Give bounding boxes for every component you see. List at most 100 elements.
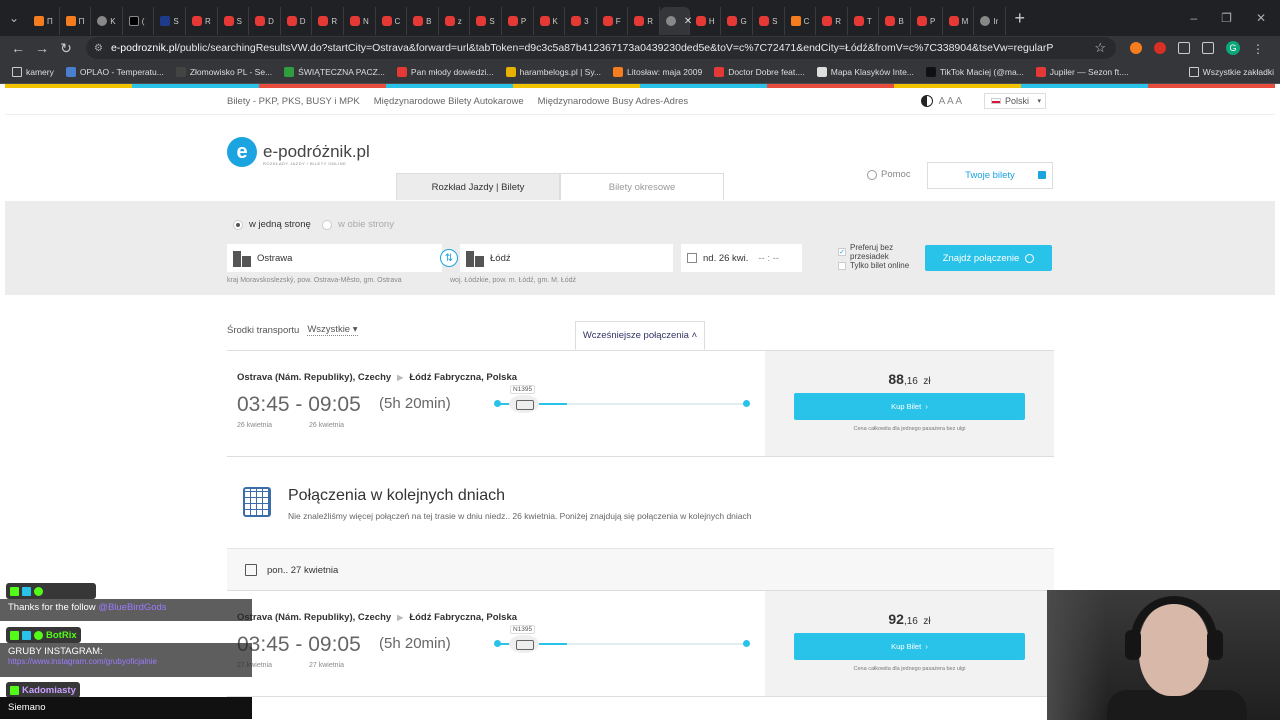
date-input[interactable]: nd. 26 kwi. -- : -- [681,244,802,272]
browser-tab[interactable]: P [502,7,534,35]
to-city-input[interactable]: Łódź [460,244,673,272]
v-icon [175,66,186,77]
browser-tab[interactable]: B [879,7,912,35]
browser-tab[interactable]: C✕ [659,7,692,35]
bookmark-item[interactable]: Złomowisko PL - Se... [175,66,272,77]
from-city-input[interactable]: Ostrawa [227,244,442,272]
nav-link-tickets[interactable]: Bilety - PKP, PKS, BUSY i MPK [227,96,360,107]
restore-icon[interactable]: ❐ [1221,11,1232,25]
bookmark-item[interactable]: ŚWIĄTECZNA PACZ... [284,66,385,77]
browser-tab[interactable]: D [249,7,281,35]
browser-tab[interactable]: S [753,7,785,35]
bookmark-item[interactable]: OPLAO - Temperatu... [65,66,164,77]
browser-tab[interactable]: П [60,7,92,35]
browser-tab[interactable]: M [943,7,975,35]
bookmark-item[interactable]: kamery [12,66,54,77]
browser-tab[interactable]: 3 [565,7,597,35]
option-direct[interactable]: ✓ Preferuj bez przesiadek [838,243,909,261]
bookmark-item[interactable]: Pan młody dowiedzi... [396,66,494,77]
connection-card[interactable]: Ostrava (Nám. Republiky), Czechy ▶ Łódź … [227,350,1054,457]
help-link[interactable]: Pomoc [867,169,911,180]
option-online-only[interactable]: Tylko bilet online [838,261,909,270]
browser-tab[interactable]: S [470,7,502,35]
browser-tab[interactable]: R [186,7,218,35]
radio-round-trip[interactable]: w obie strony [322,219,394,230]
browser-tab[interactable]: K [534,7,566,35]
browser-tab[interactable]: R [816,7,848,35]
find-connection-button[interactable]: Znajdź połączenie [925,245,1052,271]
browser-tab[interactable]: R [312,7,344,35]
contrast-icon[interactable] [920,95,933,107]
radio-one-way[interactable]: w jedną stronę [233,219,311,230]
browser-tab[interactable]: H [690,7,722,35]
tab-search-icon[interactable]: ⌄ [0,0,28,36]
youtube-icon [255,16,266,26]
kebab-menu-icon[interactable]: ⋮ [1252,42,1264,56]
bookmark-item[interactable]: Jupiler — Sezon ft.... [1035,66,1129,77]
buy-ticket-button[interactable]: Kup Bilet › [794,633,1025,660]
nav-link-door-to-door[interactable]: Międzynarodowe Busy Adres-Adres [538,96,689,107]
browser-tab[interactable]: F [597,7,629,35]
browser-tab[interactable]: N [344,7,376,35]
browser-tab[interactable]: S [154,7,186,35]
language-select[interactable]: Polski ▾ [984,93,1046,109]
bookmark-item[interactable]: harambelogs.pl | Sy... [505,66,601,77]
browser-tab[interactable]: D [281,7,313,35]
earlier-connections-button[interactable]: Wcześniejsze połączenia ˄ [575,321,705,350]
puzzle-icon[interactable] [1178,42,1190,54]
browser-tab[interactable]: T [848,7,880,35]
browser-tab[interactable]: S [218,7,250,35]
close-window-icon[interactable]: ✕ [1256,11,1266,25]
forward-icon[interactable]: → [30,40,54,56]
chat-input[interactable]: Siemano [0,697,252,719]
browser-tab[interactable]: z [439,7,471,35]
route-from: Ostrava (Nám. Republiky), Czechy [237,372,392,383]
browser-tab[interactable]: R [628,7,660,35]
browser-tab[interactable]: P [911,7,943,35]
kick-badge-icon [10,685,19,695]
bookmark-star-icon[interactable]: ☆ [1094,40,1106,56]
site-info-icon[interactable]: ⚙ [94,43,103,54]
browser-tab[interactable]: Ir [974,7,1006,35]
headphone-ear-icon [1207,630,1223,660]
buy-ticket-button[interactable]: Kup Bilet › [794,393,1025,420]
chat-link[interactable]: https://www.instagram.com/grubyoficjalni… [8,657,244,666]
browser-tab[interactable]: K [91,7,123,35]
bookmark-item[interactable]: TikTok Maciej (@ma... [925,66,1024,77]
all-bookmarks-folder[interactable]: Wszystkie zakładki [1188,66,1274,77]
bookmark-item[interactable]: Mapa Klasyków Inte... [816,66,914,77]
extension-icon[interactable] [1130,42,1142,54]
to-region: woj. Łódzkie, pow. m. Łódź, gm. M. Łódź [450,277,577,284]
tab-periodic-tickets[interactable]: Bilety okresowe [560,173,724,200]
browser-tab[interactable]: G [721,7,754,35]
media-icon[interactable] [1202,42,1214,54]
connection-card[interactable]: Ostrava (Nám. Republiky), Czechy ▶ Łódź … [227,590,1054,697]
browser-tab[interactable]: C [376,7,408,35]
browser-tab[interactable]: C [785,7,817,35]
bookmark-item[interactable]: Doctor Dobre feat.... [714,66,805,77]
browser-tab[interactable]: B [407,7,439,35]
new-tab-button[interactable]: + [1006,8,1034,29]
radio-dot [233,219,243,230]
reload-icon[interactable]: ↻ [54,40,78,57]
browser-tab[interactable]: П [28,7,60,35]
browser-tab[interactable]: ( [123,7,155,35]
option-label: Preferuj bez przesiadek [850,243,893,261]
profile-avatar[interactable]: G [1226,41,1240,55]
extension-icon[interactable] [1154,42,1166,54]
tab-timetable[interactable]: Rozkład Jazdy | Bilety [396,173,560,200]
back-icon[interactable]: ← [6,40,30,56]
nav-link-international-coach[interactable]: Międzynarodowe Bilety Autokarowe [374,96,524,107]
site-logo[interactable]: e e-podróżnik.pl ROZKŁADY JAZDY / BILETY… [227,137,370,167]
minimize-icon[interactable]: – [1190,11,1197,25]
my-tickets-button[interactable]: Twoje bilety [927,162,1053,189]
bookmark-item[interactable]: Litosław: maja 2009 [613,66,702,77]
font-size-toggle[interactable]: A A A [939,96,962,107]
price-cents: ,16 [903,616,918,627]
swap-cities-button[interactable]: ⇅ [440,249,458,267]
color-stripe [5,84,1275,88]
address-bar[interactable]: ⚙ e-podroznik.pl/public/searchingResults… [86,37,1116,59]
window-controls: – ❐ ✕ [1190,11,1280,25]
time-input[interactable]: -- : -- [758,253,779,264]
transport-dropdown[interactable]: Wszystkie ▾ [307,324,358,336]
